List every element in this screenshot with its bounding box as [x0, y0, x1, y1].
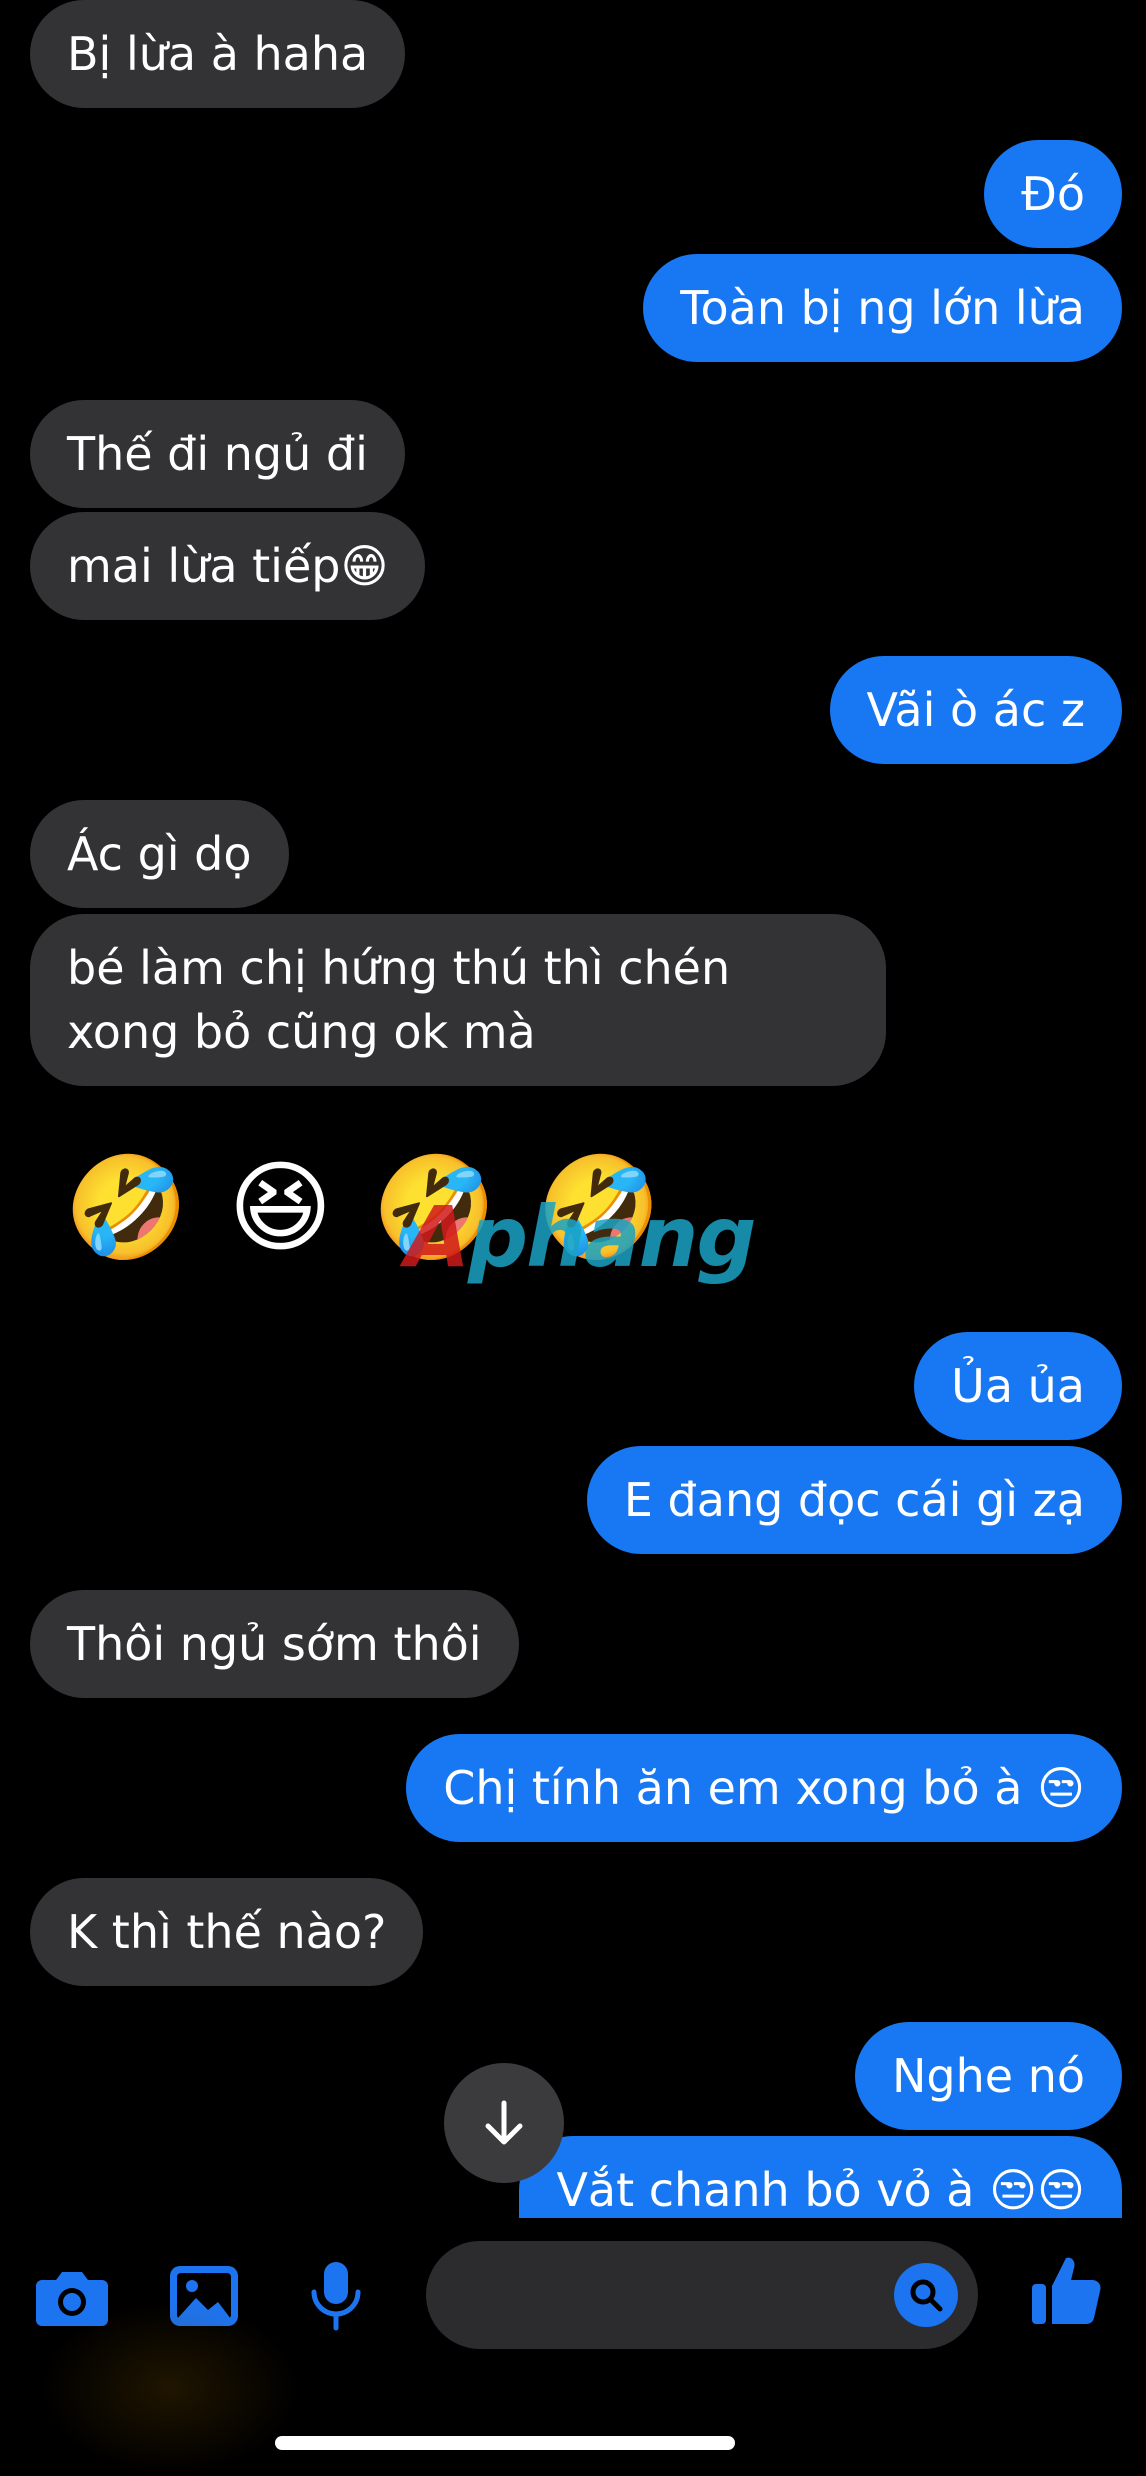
message-text: Vãi ò ác z — [866, 683, 1086, 737]
thumbs-up-icon — [1032, 2257, 1101, 2324]
microphone-icon — [311, 2262, 361, 2331]
message-text: Nghe nó — [892, 2049, 1085, 2103]
message-bubble-incoming[interactable]: mai lừa tiếp😁 — [30, 512, 426, 620]
message-text: Chị tính ăn em xong bỏ à 😒 — [443, 1761, 1085, 1815]
message-input-field[interactable] — [426, 2241, 978, 2351]
message-bubble-incoming[interactable]: Thế đi ngủ đi — [30, 400, 405, 508]
message-bubble-outgoing[interactable]: Toàn bị ng lớn lừa — [643, 254, 1122, 362]
search-icon — [910, 2279, 943, 2312]
arrow-down-icon — [485, 2100, 523, 2145]
message-bubble-incoming[interactable]: Thôi ngủ sớm thôi — [30, 1590, 519, 1698]
message-bubble-outgoing[interactable]: Nghe nó — [855, 2022, 1122, 2130]
voice-record-button[interactable] — [296, 2256, 376, 2336]
watermark-rest: phang — [468, 1188, 757, 1286]
message-bubble-incoming[interactable]: Bị lừa à haha — [30, 0, 406, 108]
message-text: Vắt chanh bỏ vỏ à 😒😒 — [556, 2163, 1085, 2217]
ambient-glow — [40, 2300, 300, 2476]
search-button[interactable] — [894, 2263, 958, 2327]
home-indicator[interactable] — [275, 2436, 735, 2450]
message-text: Toàn bị ng lớn lừa — [680, 281, 1085, 335]
message-text: mai lừa tiếp😁 — [67, 539, 389, 593]
message-text: E đang đọc cái gì zạ — [623, 1473, 1085, 1527]
message-text: Bị lừa à haha — [67, 27, 369, 81]
message-bubble-outgoing[interactable]: Đó — [984, 140, 1122, 248]
message-text: Ác gì dọ — [67, 827, 252, 881]
message-bubble-incoming[interactable]: K thì thế nào? — [30, 1878, 424, 1986]
message-bubble-incoming[interactable]: Ác gì dọ — [30, 800, 289, 908]
message-text: Đó — [1021, 167, 1085, 221]
message-bubble-outgoing[interactable]: Ủa ủa — [914, 1332, 1122, 1440]
message-bubble-incoming[interactable]: bé làm chị hứng thú thì chén xong bỏ cũn… — [30, 914, 886, 1086]
message-text: K thì thế nào? — [67, 1905, 387, 1959]
message-input[interactable] — [462, 2241, 866, 2351]
message-bubble-outgoing[interactable]: Chị tính ăn em xong bỏ à 😒 — [406, 1734, 1122, 1842]
message-bubble-outgoing[interactable]: Vắt chanh bỏ vỏ à 😒😒 — [519, 2136, 1122, 2218]
message-text: Thôi ngủ sớm thôi — [67, 1617, 482, 1671]
message-bubble-outgoing[interactable]: Vãi ò ác z — [829, 656, 1122, 764]
message-text: Ủa ủa — [951, 1359, 1085, 1413]
watermark-logo: Aphang — [405, 1192, 757, 1282]
watermark-first-letter: A — [405, 1188, 470, 1286]
like-button[interactable] — [1026, 2250, 1106, 2330]
scroll-to-bottom-button[interactable] — [444, 2063, 564, 2183]
message-text: Thế đi ngủ đi — [67, 427, 368, 481]
message-bubble-outgoing[interactable]: E đang đọc cái gì zạ — [586, 1446, 1122, 1554]
message-text: bé làm chị hứng thú thì chén xong bỏ cũn… — [67, 941, 731, 1059]
